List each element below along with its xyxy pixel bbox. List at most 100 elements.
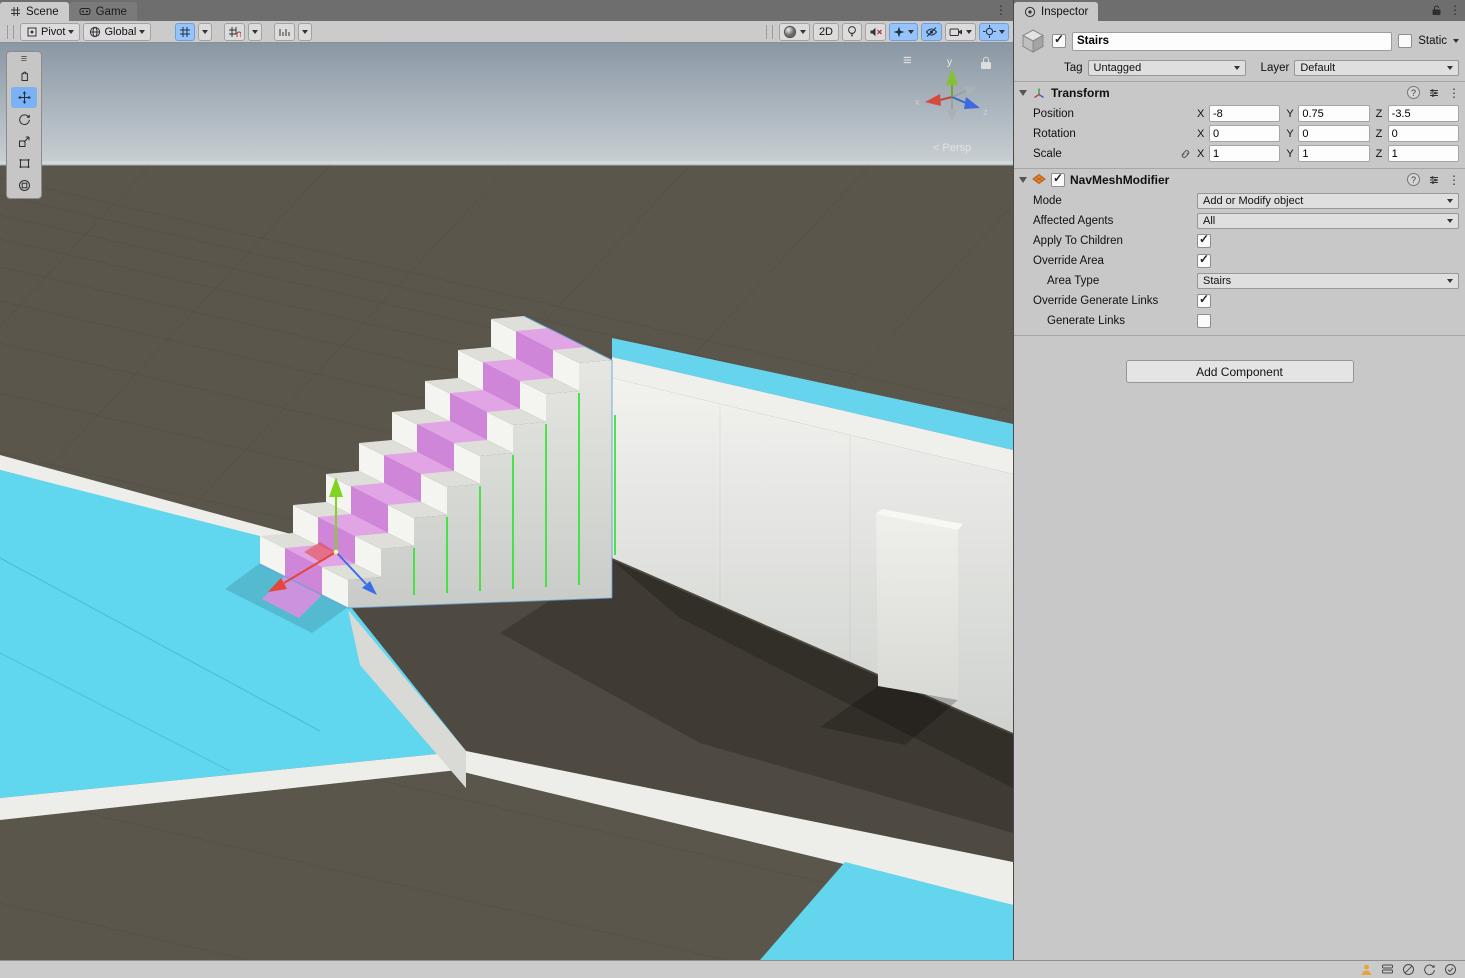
hidden-objects-button[interactable] xyxy=(921,23,942,41)
navmeshmodifier-menu-icon[interactable]: ⋮ xyxy=(1448,173,1460,187)
navmeshmodifier-help-icon[interactable]: ? xyxy=(1407,173,1420,186)
constrain-proportions-icon[interactable] xyxy=(1179,148,1192,160)
audio-muted-icon xyxy=(869,26,882,38)
pivot-toggle-button[interactable]: Pivot xyxy=(20,23,80,41)
move-tool-button[interactable] xyxy=(11,87,37,108)
generate-links-checkbox[interactable] xyxy=(1197,314,1211,328)
lighting-toggle-button[interactable] xyxy=(842,23,862,41)
audio-toggle-button[interactable] xyxy=(865,23,886,41)
position-z-axis-label: Z xyxy=(1376,108,1386,120)
scene-overlay-menu-icon[interactable]: ≡ xyxy=(903,52,912,69)
sky xyxy=(0,43,1013,169)
position-z-field[interactable] xyxy=(1388,105,1459,122)
navmeshmodifier-foldout-icon[interactable] xyxy=(1019,177,1027,183)
rotation-z-field[interactable] xyxy=(1388,125,1459,142)
notification-icon[interactable] xyxy=(1360,963,1373,976)
toolbar-drag-handle[interactable] xyxy=(7,25,14,39)
tool-overlay: ≡ xyxy=(6,51,42,199)
move-tool-icon xyxy=(18,91,31,104)
tools-drag-handle[interactable]: ≡ xyxy=(21,54,27,64)
activity-refresh-icon[interactable] xyxy=(1423,963,1436,976)
caret-icon xyxy=(252,30,258,34)
layer-dropdown[interactable]: Default xyxy=(1294,60,1459,76)
tag-dropdown[interactable]: Untagged xyxy=(1088,60,1246,76)
affected-agents-dropdown[interactable]: All xyxy=(1197,213,1459,229)
position-y-field[interactable] xyxy=(1298,105,1369,122)
rotate-tool-icon xyxy=(18,113,31,126)
static-checkbox[interactable] xyxy=(1398,34,1412,48)
navmeshmodifier-header[interactable]: NavMeshModifier ? ⋮ xyxy=(1014,169,1465,190)
scale-tool-button[interactable] xyxy=(11,131,37,152)
add-component-button[interactable]: Add Component xyxy=(1126,360,1354,383)
scene-toolbar: Pivot Global xyxy=(0,21,1013,43)
navmeshmodifier-presets-icon[interactable] xyxy=(1428,174,1440,186)
inspector-tabstrip: Inspector ⋮ xyxy=(1014,0,1465,21)
transform-help-icon[interactable]: ? xyxy=(1407,86,1420,99)
camera-settings-button[interactable] xyxy=(945,23,976,41)
snap-increment-dropdown[interactable] xyxy=(298,23,312,41)
gameobject-cube-icon[interactable] xyxy=(1020,28,1046,54)
tab-scene[interactable]: Scene xyxy=(0,2,69,21)
grid-visibility-button[interactable] xyxy=(175,23,195,41)
grid-snap-dropdown[interactable] xyxy=(248,23,262,41)
scale-y-field[interactable] xyxy=(1298,145,1369,162)
gameobject-active-checkbox[interactable] xyxy=(1052,34,1066,48)
static-flags-caret-icon[interactable] xyxy=(1453,39,1459,43)
position-x-axis-label: X xyxy=(1197,108,1207,120)
2d-toggle-button[interactable]: 2D xyxy=(813,23,839,41)
transform-tool-button[interactable] xyxy=(11,175,37,196)
progress-check-icon[interactable] xyxy=(1444,963,1457,976)
override-generate-links-label: Override Generate Links xyxy=(1033,295,1197,307)
global-toggle-button[interactable]: Global xyxy=(83,23,151,41)
rotation-x-field[interactable] xyxy=(1209,125,1280,142)
unity-editor: Scene Game ⋮ Pivot Global xyxy=(0,0,1465,978)
tab-inspector-label: Inspector xyxy=(1041,6,1088,18)
gizmos-caret-icon xyxy=(999,30,1005,34)
axis-z-label: z xyxy=(983,107,988,117)
transform-title: Transform xyxy=(1051,86,1110,100)
collab-offline-icon[interactable] xyxy=(1402,963,1415,976)
position-x-field[interactable] xyxy=(1209,105,1280,122)
game-icon xyxy=(79,6,91,17)
override-area-label: Override Area xyxy=(1033,255,1197,267)
inspector-lock-icon[interactable] xyxy=(1431,4,1442,16)
mode-dropdown[interactable]: Add or Modify object xyxy=(1197,193,1459,209)
override-area-checkbox[interactable] xyxy=(1197,254,1211,268)
scene-viewport[interactable]: y x z < Persp ≡ ≡ xyxy=(0,43,1013,960)
tab-game[interactable]: Game xyxy=(69,2,137,21)
mode-value: Add or Modify object xyxy=(1203,195,1303,207)
rotation-y-field[interactable] xyxy=(1298,125,1369,142)
gizmos-toggle-button[interactable] xyxy=(979,23,1009,41)
layer-value: Default xyxy=(1300,62,1335,74)
navmeshmodifier-enabled-checkbox[interactable] xyxy=(1051,173,1065,187)
tab-scene-label: Scene xyxy=(26,6,59,18)
transform-menu-icon[interactable]: ⋮ xyxy=(1448,86,1460,100)
override-generate-links-checkbox[interactable] xyxy=(1197,294,1211,308)
gameobject-name-field[interactable] xyxy=(1072,32,1392,51)
cache-server-icon[interactable] xyxy=(1381,963,1394,976)
navmeshmodifier-icon xyxy=(1032,173,1046,186)
rotation-z-axis-label: Z xyxy=(1376,128,1386,140)
grid-visibility-dropdown[interactable] xyxy=(198,23,212,41)
transform-header[interactable]: Transform ? ⋮ xyxy=(1014,82,1465,103)
effects-toggle-button[interactable] xyxy=(889,23,918,41)
rotation-x-axis-label: X xyxy=(1197,128,1207,140)
apply-to-children-checkbox[interactable] xyxy=(1197,234,1211,248)
position-label: Position xyxy=(1033,108,1197,120)
transform-presets-icon[interactable] xyxy=(1428,87,1440,99)
pivot-label: Pivot xyxy=(41,26,65,38)
inspector-menu-icon[interactable]: ⋮ xyxy=(1449,3,1461,17)
transform-foldout-icon[interactable] xyxy=(1019,90,1027,96)
status-bar xyxy=(0,960,1465,978)
rect-tool-button[interactable] xyxy=(11,153,37,174)
scale-x-field[interactable] xyxy=(1209,145,1280,162)
grid-snap-button[interactable] xyxy=(224,23,245,41)
tab-inspector[interactable]: Inspector xyxy=(1014,2,1098,21)
hand-tool-button[interactable] xyxy=(11,65,37,86)
area-type-dropdown[interactable]: Stairs xyxy=(1197,273,1459,289)
rotate-tool-button[interactable] xyxy=(11,109,37,130)
scene-panel-menu-icon[interactable]: ⋮ xyxy=(995,3,1007,17)
scale-z-field[interactable] xyxy=(1388,145,1459,162)
draw-mode-button[interactable] xyxy=(779,23,810,41)
snap-increment-button[interactable] xyxy=(274,23,295,41)
